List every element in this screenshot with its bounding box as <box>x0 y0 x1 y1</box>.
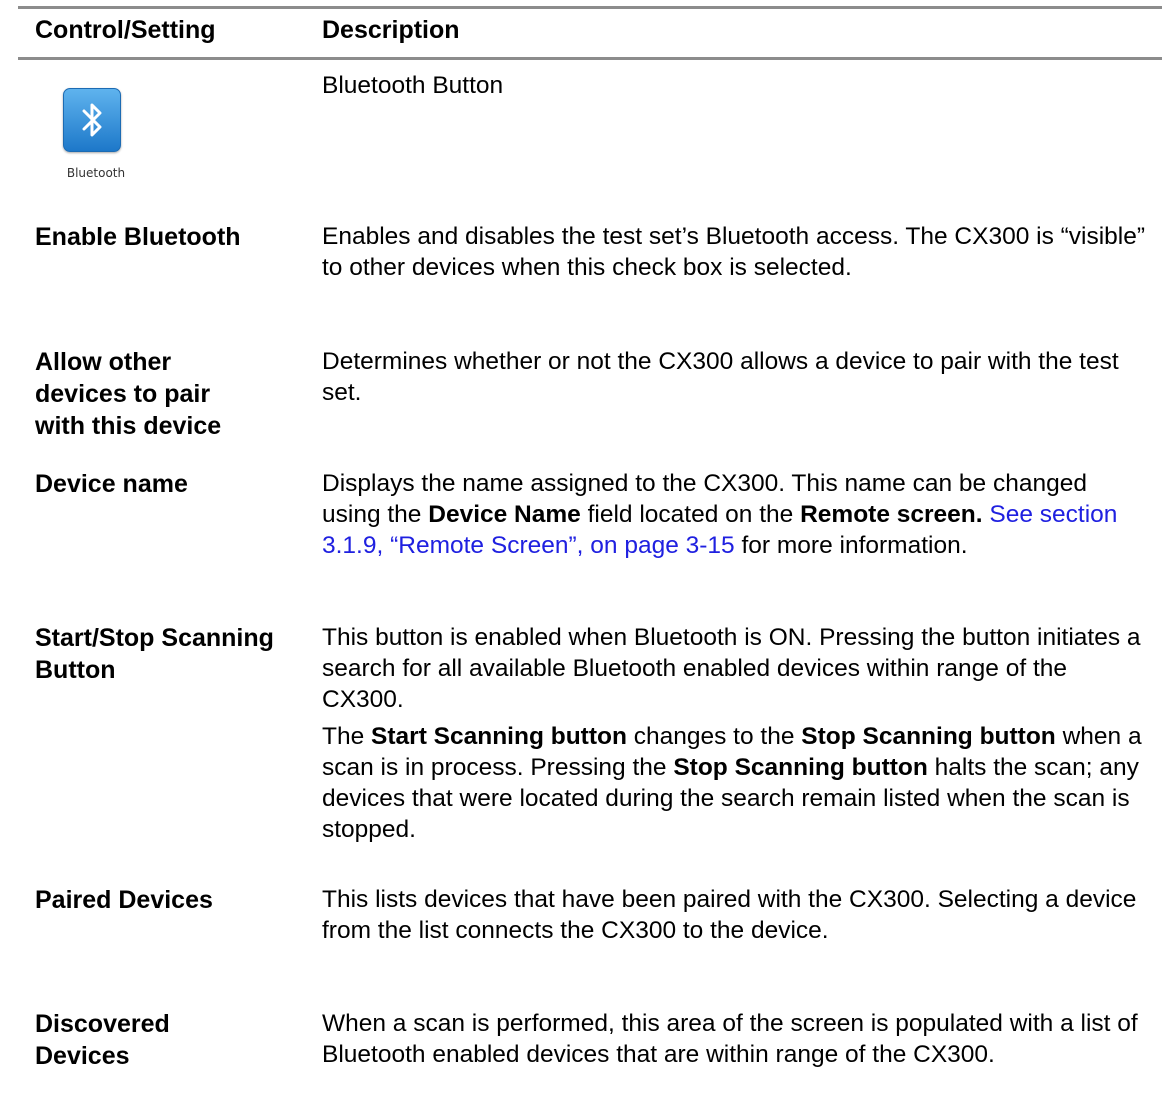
scanning-text: changes to the <box>626 723 802 750</box>
scanning-paragraph-1: This button is enabled when Bluetooth is… <box>322 624 1141 713</box>
device-name-text: field located on the <box>580 501 801 528</box>
paired-devices-label: Paired Devices <box>35 886 213 914</box>
table-top-rule <box>18 6 1162 9</box>
bluetooth-icon <box>63 88 121 152</box>
start-stop-scanning-label: Start/Stop Scanning Button <box>35 624 274 684</box>
paired-devices-description: This lists devices that have been paired… <box>322 886 1137 944</box>
discovered-devices-description: When a scan is performed, this area of t… <box>322 1010 1138 1068</box>
remote-screen-ref: Remote screen. <box>800 501 983 528</box>
allow-pairing-label: Allow other devices to pair with this de… <box>35 348 222 440</box>
header-rule <box>18 57 1162 60</box>
bluetooth-button-description: Bluetooth Button <box>322 72 504 99</box>
device-name-label: Device name <box>35 470 188 498</box>
scanning-text: The <box>322 723 372 750</box>
start-stop-scanning-description: This button is enabled when Bluetooth is… <box>322 622 1152 845</box>
stop-scanning-ref: Stop Scanning button <box>801 723 1056 750</box>
device-name-text: for more information. <box>734 532 968 559</box>
device-name-description: Displays the name assigned to the CX300.… <box>322 468 1152 561</box>
column-header-control: Control/Setting <box>35 16 216 44</box>
scanning-paragraph-2: The Start Scanning button changes to the… <box>322 721 1152 845</box>
device-name-field-ref: Device Name <box>428 501 581 528</box>
column-header-description: Description <box>322 16 460 44</box>
discovered-devices-label: Discovered Devices <box>35 1010 170 1070</box>
stop-scanning-ref: Stop Scanning button <box>673 754 928 781</box>
start-scanning-ref: Start Scanning button <box>371 723 627 750</box>
allow-pairing-description: Determines whether or not the CX300 allo… <box>322 348 1119 406</box>
bluetooth-icon-caption: Bluetooth <box>66 166 126 180</box>
enable-bluetooth-label: Enable Bluetooth <box>35 223 241 251</box>
enable-bluetooth-description: Enables and disables the test set’s Blue… <box>322 223 1146 281</box>
bluetooth-button-image: Bluetooth <box>60 88 128 190</box>
